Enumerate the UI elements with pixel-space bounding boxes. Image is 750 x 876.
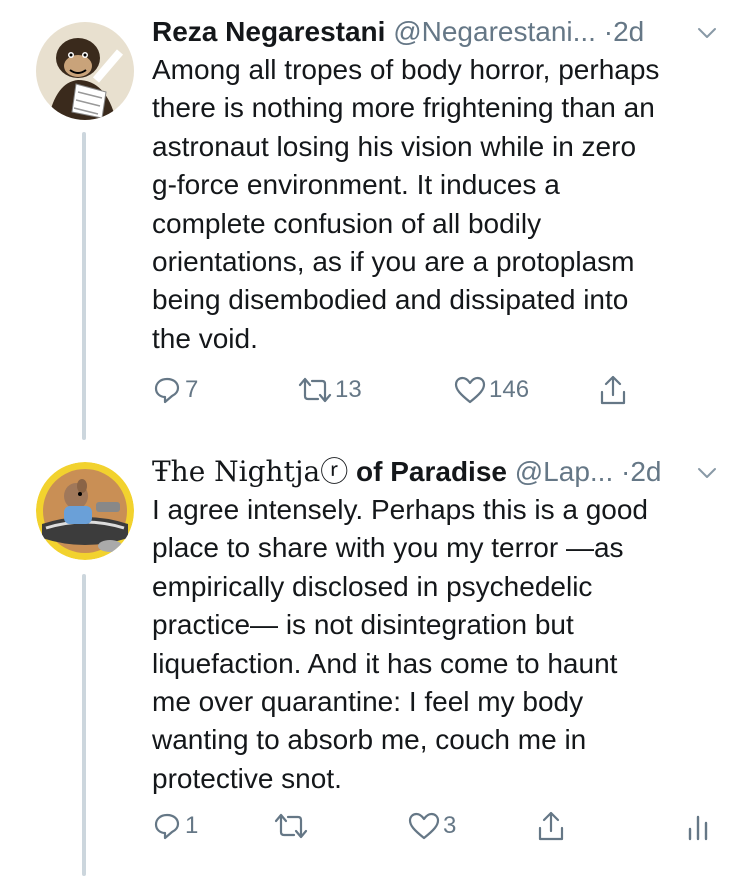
user-handle[interactable]: @Negarestani... <box>393 16 596 47</box>
display-name-text: of Paradise <box>348 456 507 487</box>
chevron-down-icon[interactable] <box>696 462 718 484</box>
tweet-actions: 7 13 146 <box>152 370 742 410</box>
tweet-text-line: practice— is not disintegration but <box>152 609 574 641</box>
tweet-text-line: Among all tropes of body horror, perhaps <box>152 54 660 85</box>
tweet-text-line: wanting to absorb me, couch me in <box>152 724 587 756</box>
tweet-text-line: place to share with you my terror —as <box>152 532 624 564</box>
retweet-icon <box>274 813 308 839</box>
tweet-text-line: empirically disclosed in psychedelic <box>152 570 593 602</box>
tweet-text-line: orientations, as if you are a protoplasm <box>152 246 635 278</box>
heart-icon <box>408 812 440 840</box>
thread-connector-line <box>82 574 86 876</box>
reply-count: 1 <box>185 812 199 839</box>
tweet[interactable]: Reza Negarestani @Negarestani... ·2d Amo… <box>0 0 750 440</box>
tweet-text-line: g-force environment. It induces a <box>152 169 560 201</box>
timestamp[interactable]: 2d <box>630 456 661 487</box>
tweet-text-line: complete confusion of all bodily <box>152 207 542 239</box>
heart-icon <box>454 376 486 404</box>
like-button[interactable]: 3 <box>408 806 456 846</box>
like-count: 146 <box>489 376 530 403</box>
tweet-header: Reza Negarestani @Negarestani... ·2d <box>152 14 722 50</box>
retweet-button[interactable]: 13 <box>298 370 362 410</box>
reply-count: 7 <box>185 376 199 403</box>
reply-icon <box>154 813 180 840</box>
reply-button[interactable]: 7 <box>152 370 198 410</box>
like-count: 3 <box>443 812 457 839</box>
tweet-text-line: astronaut losing his vision while in zer… <box>152 130 637 162</box>
tweet-text: Among all tropes of body horror, perhaps… <box>152 51 727 358</box>
separator-dot: · <box>621 456 631 487</box>
share-button[interactable] <box>598 370 628 410</box>
tweet-header: Ŧhe Nightjaⓡ of Paradise @Lap... ·2d <box>152 454 722 490</box>
share-icon <box>538 811 564 841</box>
retweet-icon <box>298 377 332 403</box>
separator-dot: · <box>603 16 614 47</box>
reply-icon <box>154 377 180 404</box>
analytics-button[interactable] <box>686 806 712 846</box>
monkey-avatar-icon <box>36 22 134 120</box>
tweet-text-line: protective snot. <box>152 762 342 794</box>
tweet-text-line: being disembodied and dissipated into <box>152 284 629 316</box>
cartoon-pilot-avatar-icon <box>36 462 134 560</box>
tweet-text-line: liquefaction. And it has come to haunt <box>152 647 618 679</box>
user-handle[interactable]: @Lap... <box>515 456 613 487</box>
tweet-text-line: me over quarantine: I feel my body <box>152 686 584 718</box>
avatar[interactable] <box>36 462 134 560</box>
analytics-icon <box>688 815 708 841</box>
tweet-text: I agree intensely. Perhaps this is a goo… <box>152 491 727 798</box>
tweet-text-line: I agree intensely. Perhaps this is a goo… <box>152 494 649 525</box>
tweet-text-line: the void. <box>152 322 258 354</box>
display-name-stylized: Ŧhe Nightjaⓡ <box>152 455 349 488</box>
display-name[interactable]: Ŧhe Nightjaⓡ of Paradise <box>152 455 507 488</box>
chevron-down-icon[interactable] <box>696 22 718 44</box>
tweet-actions: 1 3 <box>152 806 742 846</box>
retweet-button[interactable] <box>274 806 308 846</box>
display-name[interactable]: Reza Negarestani <box>152 16 385 47</box>
share-button[interactable] <box>536 806 566 846</box>
retweet-count: 13 <box>335 376 362 403</box>
reply-button[interactable]: 1 <box>152 806 198 846</box>
share-icon <box>600 375 626 405</box>
tweet-text-line: there is nothing more frightening than a… <box>152 92 655 124</box>
like-button[interactable]: 146 <box>454 370 529 410</box>
thread-connector-line <box>82 132 86 440</box>
timestamp[interactable]: 2d <box>613 16 644 47</box>
avatar[interactable] <box>36 22 134 120</box>
tweet[interactable]: Ŧhe Nightjaⓡ of Paradise @Lap... ·2d I a… <box>0 440 750 876</box>
